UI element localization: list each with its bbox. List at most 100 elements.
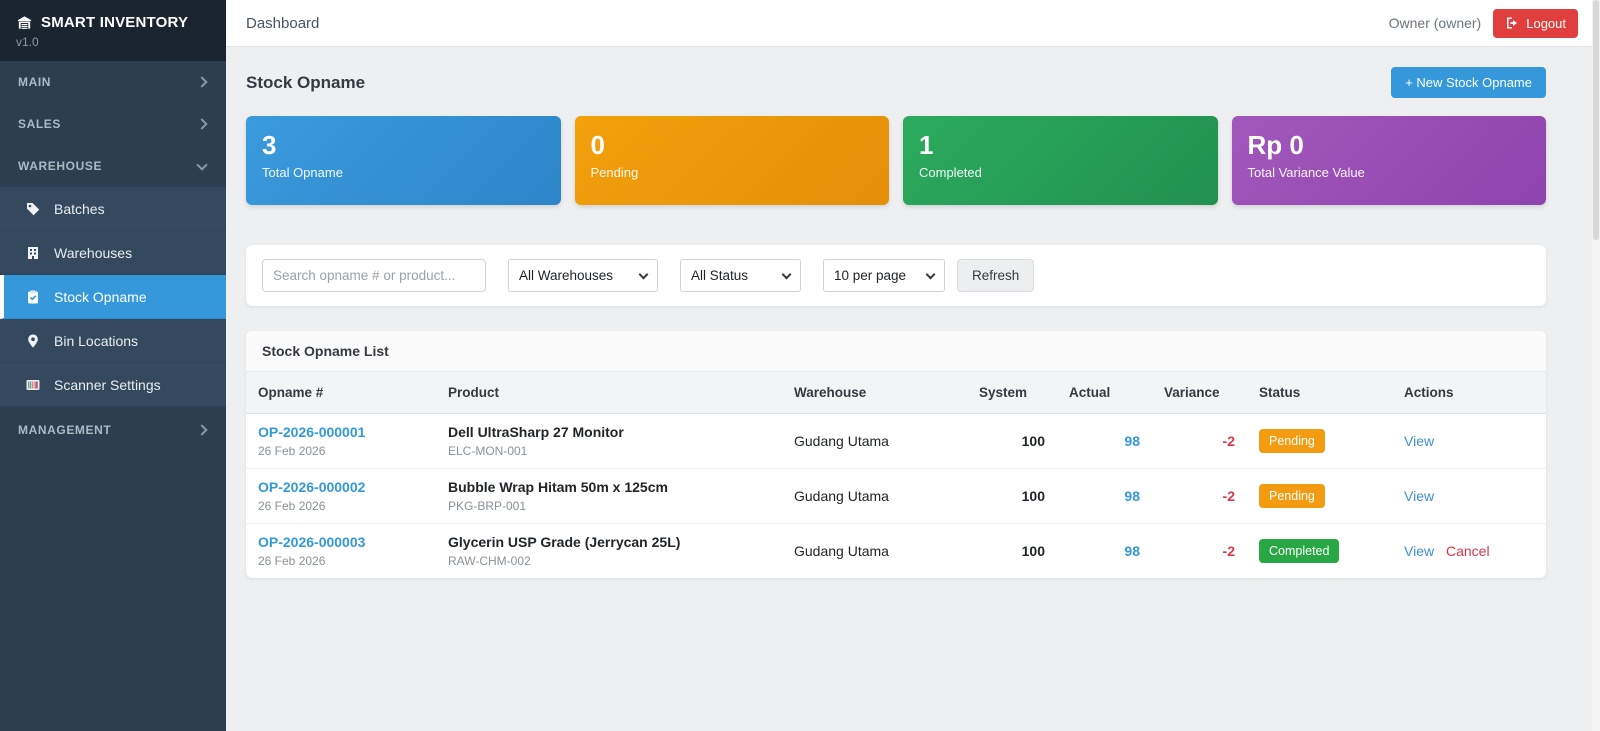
opname-date: 26 Feb 2026 — [258, 554, 424, 568]
variance-qty: -2 — [1152, 469, 1247, 524]
stat-value: Rp 0 — [1248, 131, 1531, 161]
actual-qty: 98 — [1057, 524, 1152, 579]
logout-icon — [1505, 16, 1519, 30]
stat-card-total-opname: 3 Total Opname — [246, 116, 561, 205]
sidebar-item-warehouses[interactable]: Warehouses — [0, 231, 226, 275]
table-row: OP-2026-000003 26 Feb 2026 Glycerin USP … — [246, 524, 1546, 579]
col-actual: Actual — [1057, 372, 1152, 414]
sidebar-item-stock-opname[interactable]: Stock Opname — [0, 275, 226, 319]
warehouse-cell: Gudang Utama — [782, 414, 967, 469]
per-page-select[interactable]: 10 per page — [823, 259, 945, 292]
filter-bar: All Warehouses All Status 10 per page Re… — [246, 245, 1546, 306]
chevron-down-icon — [196, 159, 207, 170]
sidebar: SMART INVENTORY v1.0 MAIN SALES WAREHOUS… — [0, 0, 226, 731]
stat-label: Total Opname — [262, 165, 545, 180]
sidebar-item-label: Warehouses — [54, 245, 132, 261]
warehouse-submenu: Batches Warehouses Stock Opname Bin Loca… — [0, 187, 226, 407]
stat-value: 3 — [262, 131, 545, 161]
navbar-title: Dashboard — [246, 15, 319, 32]
system-qty: 100 — [967, 469, 1057, 524]
product-name: Bubble Wrap Hitam 50m x 125cm — [448, 479, 770, 495]
sidebar-item-label: Bin Locations — [54, 333, 138, 349]
table-row: OP-2026-000002 26 Feb 2026 Bubble Wrap H… — [246, 469, 1546, 524]
map-pin-icon — [24, 332, 41, 349]
stock-opname-table: Opname # Product Warehouse System Actual… — [246, 372, 1546, 578]
sidebar-item-label: Stock Opname — [54, 289, 147, 305]
scrollbar-thumb[interactable] — [1593, 0, 1599, 240]
col-warehouse: Warehouse — [782, 372, 967, 414]
product-sku: ELC-MON-001 — [448, 444, 770, 458]
tag-icon — [24, 200, 41, 217]
product-sku: RAW-CHM-002 — [448, 554, 770, 568]
col-actions: Actions — [1392, 372, 1546, 414]
sidebar-section-warehouse[interactable]: WAREHOUSE — [0, 145, 226, 187]
product-name: Glycerin USP Grade (Jerrycan 25L) — [448, 534, 770, 550]
warehouse-cell: Gudang Utama — [782, 469, 967, 524]
cancel-link[interactable]: Cancel — [1446, 543, 1490, 559]
stat-card-pending: 0 Pending — [575, 116, 890, 205]
table-row: OP-2026-000001 26 Feb 2026 Dell UltraSha… — [246, 414, 1546, 469]
status-badge: Pending — [1259, 429, 1325, 453]
opname-link[interactable]: OP-2026-000001 — [258, 424, 365, 440]
sidebar-item-batches[interactable]: Batches — [0, 187, 226, 231]
view-link[interactable]: View — [1404, 433, 1434, 449]
sidebar-item-scanner-settings[interactable]: Scanner Settings — [0, 363, 226, 407]
product-sku: PKG-BRP-001 — [448, 499, 770, 513]
col-variance: Variance — [1152, 372, 1247, 414]
logout-button[interactable]: Logout — [1493, 9, 1578, 38]
status-badge: Completed — [1259, 539, 1339, 563]
col-product: Product — [436, 372, 782, 414]
chevron-right-icon — [196, 118, 207, 129]
chevron-right-icon — [196, 424, 207, 435]
refresh-button[interactable]: Refresh — [957, 259, 1034, 292]
col-opname: Opname # — [246, 372, 436, 414]
stat-value: 1 — [919, 131, 1202, 161]
app-title: SMART INVENTORY — [41, 14, 188, 31]
app-root: SMART INVENTORY v1.0 MAIN SALES WAREHOUS… — [0, 0, 1600, 731]
status-badge: Pending — [1259, 484, 1325, 508]
variance-qty: -2 — [1152, 414, 1247, 469]
search-input[interactable] — [262, 259, 486, 292]
user-label: Owner (owner) — [1389, 15, 1482, 31]
sidebar-section-management[interactable]: MANAGEMENT — [0, 409, 226, 451]
brand: SMART INVENTORY v1.0 — [0, 0, 226, 61]
warehouse-cell: Gudang Utama — [782, 524, 967, 579]
stat-label: Completed — [919, 165, 1202, 180]
view-link[interactable]: View — [1404, 488, 1434, 504]
sidebar-item-bin-locations[interactable]: Bin Locations — [0, 319, 226, 363]
chevron-right-icon — [196, 76, 207, 87]
actual-qty: 98 — [1057, 469, 1152, 524]
system-qty: 100 — [967, 524, 1057, 579]
opname-date: 26 Feb 2026 — [258, 499, 424, 513]
warehouse-logo-icon — [16, 14, 33, 31]
stat-label: Pending — [591, 165, 874, 180]
table-card-title: Stock Opname List — [246, 331, 1546, 372]
barcode-icon — [24, 376, 41, 393]
sidebar-section-sales[interactable]: SALES — [0, 103, 226, 145]
building-icon — [24, 244, 41, 261]
sidebar-item-label: Scanner Settings — [54, 377, 161, 393]
top-navbar: Dashboard Owner (owner) Logout — [226, 0, 1600, 47]
stat-card-completed: 1 Completed — [903, 116, 1218, 205]
view-link[interactable]: View — [1404, 543, 1434, 559]
vertical-scrollbar[interactable] — [1592, 0, 1600, 731]
opname-link[interactable]: OP-2026-000002 — [258, 479, 365, 495]
opname-link[interactable]: OP-2026-000003 — [258, 534, 365, 550]
variance-qty: -2 — [1152, 524, 1247, 579]
stat-card-variance-value: Rp 0 Total Variance Value — [1232, 116, 1547, 205]
stat-label: Total Variance Value — [1248, 165, 1531, 180]
new-stock-opname-button[interactable]: + New Stock Opname — [1391, 67, 1546, 98]
sidebar-item-label: Batches — [54, 201, 105, 217]
sidebar-section-main[interactable]: MAIN — [0, 61, 226, 103]
status-select[interactable]: All Status — [680, 259, 801, 292]
product-name: Dell UltraSharp 27 Monitor — [448, 424, 770, 440]
col-status: Status — [1247, 372, 1392, 414]
content: Stock Opname + New Stock Opname 3 Total … — [226, 47, 1600, 731]
clipboard-check-icon — [24, 288, 41, 305]
page-title: Stock Opname — [246, 73, 365, 93]
app-version: v1.0 — [16, 35, 210, 49]
stat-value: 0 — [591, 131, 874, 161]
col-system: System — [967, 372, 1057, 414]
warehouse-select[interactable]: All Warehouses — [508, 259, 658, 292]
system-qty: 100 — [967, 414, 1057, 469]
